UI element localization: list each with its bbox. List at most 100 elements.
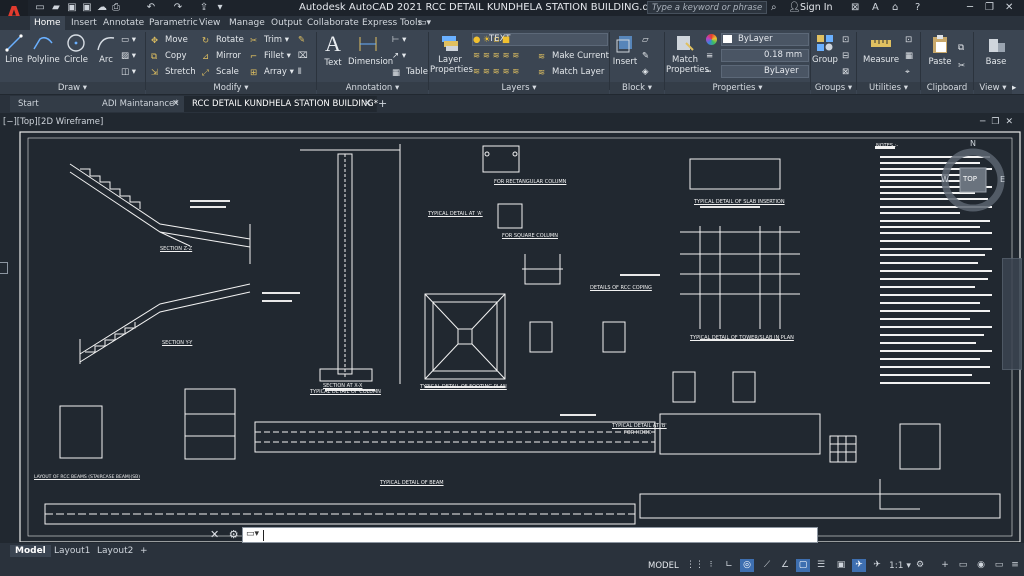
erase-icon[interactable]: ✎ (298, 34, 305, 46)
grid-icon[interactable]: ⋮⋮ (686, 559, 704, 572)
group-edit-icon[interactable]: ⊟ (842, 50, 849, 62)
auto-scale-icon[interactable]: ✈ (870, 559, 884, 572)
create-block-icon[interactable]: ▱ (642, 34, 649, 46)
modify-panel-label[interactable]: Modify ▾ (146, 82, 316, 94)
plot-icon[interactable]: ⎙ (110, 2, 122, 13)
calculator-icon[interactable]: ▦ (905, 50, 913, 62)
navigation-bar[interactable] (1002, 258, 1022, 370)
save-icon[interactable]: ▣ (66, 2, 78, 13)
ungroup-icon[interactable]: ⊡ (842, 34, 849, 46)
rotate-button[interactable]: ↻ Rotate (202, 34, 244, 46)
search-icon[interactable]: ⌕ (771, 2, 777, 13)
measure-button[interactable]: Measure (862, 33, 900, 65)
copy-clip-icon[interactable]: ⧉ (958, 42, 964, 54)
file-tab-rcc-detail[interactable]: RCC DETAIL KUNDHELA STATION BUILDING* (184, 96, 378, 112)
offset-icon[interactable]: ⫴ (298, 66, 302, 78)
dimension-button[interactable]: Dimension (348, 33, 393, 67)
layout-tab-model[interactable]: Model (10, 545, 51, 557)
tab-parametric[interactable]: Parametric (145, 16, 202, 30)
cart-icon[interactable]: ⊠ (851, 2, 859, 13)
object-tracking-icon[interactable]: ∠ (778, 559, 792, 572)
layer-properties-button[interactable]: Layer Properties (430, 33, 473, 75)
ortho-icon[interactable]: ∟ (722, 559, 736, 572)
customize-qat-icon[interactable]: ▾ (214, 2, 226, 13)
layout-tab-layout2[interactable]: Layout2 (92, 545, 138, 557)
annotation-visibility-icon[interactable]: ✈ (852, 559, 866, 572)
scale-button[interactable]: ⤢ Scale (202, 66, 239, 78)
trim-button[interactable]: ✂ Trim ▾ (250, 34, 289, 46)
sign-in-button[interactable]: Sign In (800, 2, 833, 13)
layers-panel-label[interactable]: Layers ▾ (429, 82, 609, 94)
tab-view[interactable]: View (195, 16, 224, 30)
lineweight-dropdown[interactable]: 0.18 mm (721, 49, 809, 62)
new-tab-icon[interactable]: + (378, 97, 387, 110)
viewcube-west-label[interactable]: W (941, 175, 949, 184)
polar-tracking-icon[interactable]: ◎ (740, 559, 754, 572)
close-tab-icon[interactable]: ✕ (172, 99, 180, 109)
groups-panel-label[interactable]: Groups ▾ (811, 82, 856, 94)
lineweight-toggle-icon[interactable]: ☰ (814, 559, 828, 572)
layer-tools-icons-row2[interactable]: ≋ ≋ ≋ ≋ ≋ (473, 66, 519, 78)
circle-button[interactable]: Circle (63, 33, 89, 65)
color-dropdown[interactable]: ByLayer (721, 33, 809, 46)
layer-tools-icons-row1[interactable]: ≋ ≋ ≋ ≋ ≋ (473, 50, 519, 62)
move-button[interactable]: ✥ Move (151, 34, 188, 46)
file-tab-start[interactable]: Start (10, 96, 101, 112)
text-button[interactable]: A Text (320, 32, 346, 69)
tab-collaborate[interactable]: Collaborate (303, 16, 363, 30)
connect-icon[interactable]: ⌂ (892, 2, 898, 13)
id-point-icon[interactable]: ⌖ (905, 66, 910, 78)
quick-select-icon[interactable]: ⊡ (905, 34, 912, 46)
make-current-button[interactable]: ≋ Make Current (538, 50, 609, 62)
ribbon-collapse-icon[interactable]: ▸ (1012, 82, 1016, 94)
snap-icon[interactable]: ⁝ (704, 559, 718, 572)
isodraft-icon[interactable]: ⟋ (760, 559, 774, 572)
open-file-icon[interactable]: ▰ (50, 2, 62, 13)
block-panel-label[interactable]: Block ▾ (610, 82, 664, 94)
boundary-button[interactable]: ◫ ▾ (121, 66, 136, 78)
command-line-controls[interactable]: ✕ ⚙ (210, 528, 239, 541)
tab-output[interactable]: Output (267, 16, 306, 30)
close-command-icon[interactable]: ✕ (210, 528, 219, 541)
add-layout-button[interactable]: + (135, 545, 153, 557)
match-properties-button[interactable]: Match Properties (666, 33, 709, 75)
stretch-button[interactable]: ⇲ Stretch (151, 66, 196, 78)
arc-button[interactable]: Arc (95, 33, 117, 65)
close-icon[interactable]: ✕ (1005, 2, 1013, 13)
customize-command-icon[interactable]: ⚙ (229, 528, 239, 541)
exchange-apps-icon[interactable]: A (872, 2, 879, 13)
line-button[interactable]: Line (3, 33, 25, 65)
annotation-panel-label[interactable]: Annotation ▾ (317, 82, 428, 94)
tab-insert[interactable]: Insert (67, 16, 101, 30)
polyline-button[interactable]: Polyline (27, 33, 60, 65)
customization-icon[interactable]: ≡ (1008, 559, 1022, 572)
command-line-input[interactable]: ▭▾ (242, 527, 818, 543)
match-layer-button[interactable]: ≋ Match Layer (538, 66, 604, 78)
annotation-scale[interactable]: 1:1 ▾ (889, 561, 911, 571)
undo-icon[interactable]: ↶ (145, 2, 157, 13)
array-button[interactable]: ⊞ Array ▾ (250, 66, 294, 78)
cloud-icon[interactable]: ☁ (96, 2, 108, 13)
share-icon[interactable]: ⇪ (198, 2, 210, 13)
transparency-icon[interactable]: ▣ (834, 559, 848, 572)
units-icon[interactable]: ▭ (956, 559, 970, 572)
mleader-button[interactable]: ↗ ▾ (392, 50, 406, 62)
leader-button[interactable]: ⊢ ▾ (392, 34, 406, 46)
base-view-button[interactable]: Base (980, 33, 1012, 67)
edit-block-icon[interactable]: ✎ (642, 50, 649, 62)
explode-icon[interactable]: ⌧ (298, 50, 308, 62)
mirror-button[interactable]: ⊿ Mirror (202, 50, 241, 62)
properties-panel-label[interactable]: Properties ▾ (665, 82, 810, 94)
tab-home[interactable]: Home (30, 16, 65, 30)
search-input[interactable]: Type a keyword or phrase (647, 1, 767, 14)
cut-icon[interactable]: ✂ (958, 60, 965, 72)
rectangle-button[interactable]: ▭ ▾ (121, 34, 136, 46)
close-tab-icon[interactable]: ✕ (364, 99, 372, 109)
restore-icon[interactable]: ❐ (985, 2, 994, 13)
annotation-monitor-icon[interactable]: + (938, 559, 952, 572)
model-space-button[interactable]: MODEL (648, 561, 679, 571)
object-snap-icon[interactable]: ▢ (796, 559, 810, 572)
linetype-dropdown[interactable]: ByLayer (721, 65, 809, 78)
clipboard-panel-label[interactable]: Clipboard (921, 82, 973, 94)
command-prompt-icon[interactable]: ▭▾ (246, 529, 259, 539)
